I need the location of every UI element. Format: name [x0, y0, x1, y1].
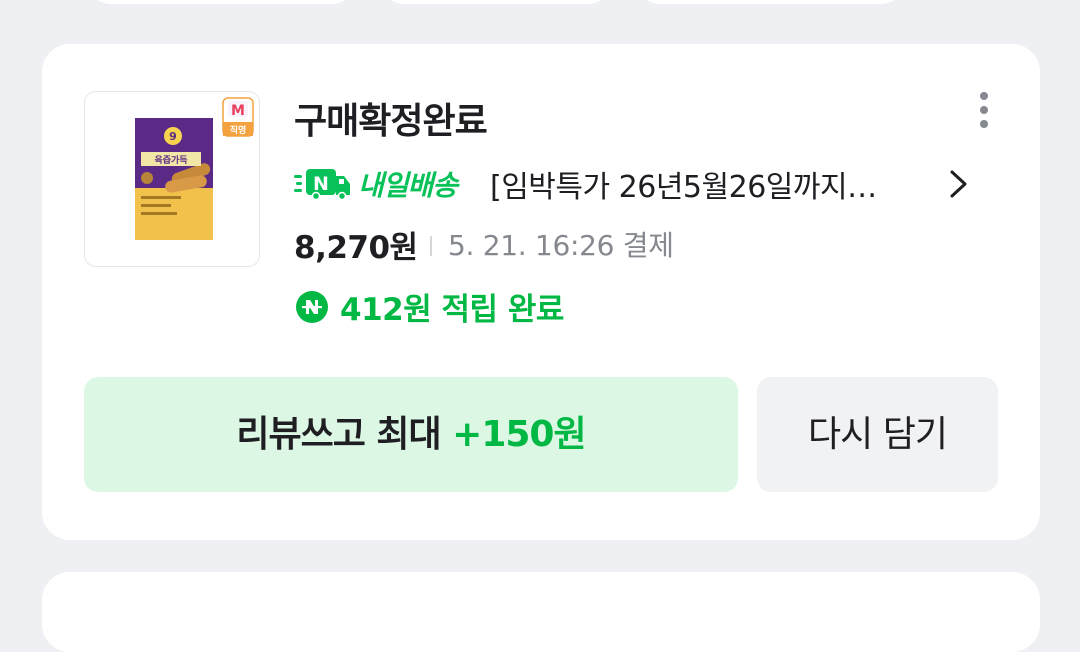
previous-card-button-2[interactable] — [382, 0, 610, 4]
product-name[interactable]: [임박특가 26년5월26일까지… — [490, 162, 930, 206]
previous-card-button-3[interactable] — [638, 0, 904, 4]
review-reward-amount: +150원 — [452, 414, 586, 455]
delivery-truck-icon: N — [294, 169, 350, 200]
svg-text:9: 9 — [169, 130, 177, 143]
order-price: 8,270원 — [294, 230, 418, 266]
next-order-card[interactable] — [42, 572, 1040, 652]
product-thumbnail[interactable]: 육즙가득 9 M 직영 — [84, 91, 260, 267]
previous-card-button-1[interactable] — [88, 0, 354, 4]
price-row: 8,270원 5. 21. 16:26 결제 — [294, 222, 934, 266]
review-button-label: 리뷰쓰고 최대 — [236, 414, 453, 455]
order-card[interactable]: 육즙가득 9 M 직영 구매확정완료 N 내일배송 [임박특가 26년5월26일… — [42, 44, 1040, 540]
payment-datetime: 5. 21. 16:26 결제 — [448, 229, 674, 262]
price-divider — [430, 236, 432, 256]
points-row: 412원 적립 완료 — [294, 284, 794, 328]
store-badge-label: 직영 — [230, 124, 247, 136]
npay-point-icon — [296, 291, 328, 323]
svg-text:육즙가득: 육즙가득 — [154, 154, 187, 166]
svg-text:N: N — [313, 173, 329, 195]
add-to-cart-again-button[interactable]: 다시 담기 — [757, 377, 998, 492]
chevron-right-icon[interactable] — [944, 166, 974, 202]
delivery-product-row[interactable]: N 내일배송 [임박특가 26년5월26일까지… — [294, 162, 984, 206]
points-earned-label: 412원 적립 완료 — [340, 292, 564, 328]
delivery-label: 내일배송 — [358, 169, 458, 202]
product-package-image: 육즙가득 9 M 직영 — [85, 92, 259, 266]
write-review-button[interactable]: 리뷰쓰고 최대 +150원 — [84, 377, 738, 492]
order-status-title: 구매확정완료 — [294, 101, 488, 142]
svg-text:M: M — [231, 103, 245, 119]
more-vertical-icon[interactable] — [972, 90, 996, 130]
